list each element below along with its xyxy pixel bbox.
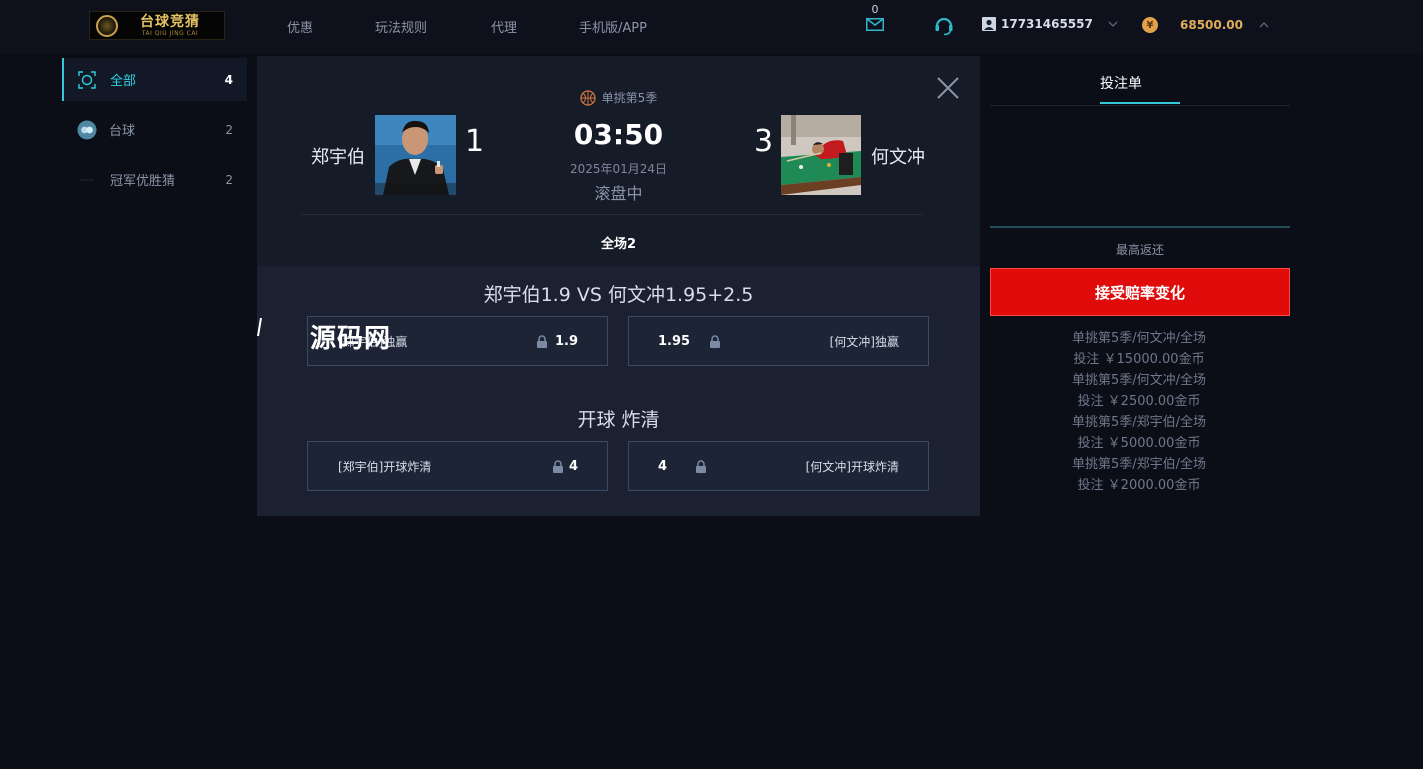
user-phone: 17731465557 [1001,17,1093,31]
bet-history-stake: 投注 ￥2500.00金币 [1077,394,1201,409]
sidebar-item-champion[interactable]: 冠军优胜猜 2 [62,158,247,201]
bet-history-list: 单挑第5季/何文冲/全场 投注 ￥15000.00金币 单挑第5季/何文冲/全场… [990,328,1288,496]
coin-icon: ¥ [1142,17,1158,33]
bet-option-home-break-clear[interactable]: [郑宇伯]开球炸清 4 [307,441,608,491]
sidebar-item-billiards[interactable]: 台球 2 [62,108,247,151]
basketball-icon [580,89,596,106]
bet-odd: 1.95 [658,333,691,349]
bet-option-label: [何文冲]开球炸清 [805,459,899,474]
away-score: 3 [754,124,774,159]
watermark: 源码网 [310,324,392,354]
bet-history-match: 单挑第5季/郑宇伯/全场 [1071,457,1207,472]
bet-history-match: 单挑第5季/何文冲/全场 [1071,373,1207,388]
mail-count-badge: 0 [871,3,879,16]
sidebar-item-count: 4 [224,72,233,87]
slip-divider-accent [990,226,1290,228]
site-logo[interactable]: 台球竞猜 TAI QIU JING CAI [89,11,225,40]
lock-icon [552,459,563,473]
all-icon [78,70,96,89]
sport-sidebar: 全部 4 台球 2 冠军优胜猜 2 [62,58,247,208]
balance-menu[interactable]: ¥ 68500.00 [1142,17,1269,33]
bet-history-match: 单挑第5季/何文冲/全场 [1071,331,1207,346]
bet-option-away-break-clear[interactable]: 4 [何文冲]开球炸清 [628,441,929,491]
nav-rules[interactable]: 玩法规则 [375,17,427,36]
chevron-down-icon [1108,21,1118,27]
away-player-photo [781,115,861,195]
match-header: 单挑第5季 郑宇伯 1 03:50 2025年01月24日 滚盘中 3 何文冲 … [257,56,980,266]
mail-button[interactable]: 0 [864,4,886,31]
bet-odd: 4 [568,458,578,474]
lock-icon [710,334,721,348]
user-menu[interactable]: 17731465557 [982,17,1118,31]
sidebar-item-label: 全部 [110,74,137,89]
sidebar-item-label: 台球 [109,124,136,139]
match-detail-modal: 单挑第5季 郑宇伯 1 03:50 2025年01月24日 滚盘中 3 何文冲 … [257,56,980,516]
accept-odds-change-button[interactable]: 接受赔率变化 [990,268,1290,316]
bet-history-match: 单挑第5季/郑宇伯/全场 [1071,415,1207,430]
balance-amount: 68500.00 [1180,18,1244,32]
nav-agent[interactable]: 代理 [491,17,517,36]
tab-active-indicator [1100,102,1180,104]
bet-option-away-win[interactable]: 1.95 [何文冲]独赢 [628,316,929,366]
bet-history-stake: 投注 ￥15000.00金币 [1073,352,1205,367]
lock-icon [536,334,547,348]
header-divider [301,214,923,215]
slip-divider [990,105,1290,106]
market-title-break-clear: 开球 炸清 [577,409,660,431]
bet-history-stake: 投注 ￥2000.00金币 [1077,478,1201,493]
mail-icon [866,18,884,31]
logo-title: 台球竞猜 [140,13,200,30]
billiards-icon [77,120,97,139]
logo-emblem-icon [96,15,118,37]
league-name: 单挑第5季 [601,91,658,105]
top-header: 台球竞猜 TAI QIU JING CAI 优惠 玩法规则 代理 手机版/APP… [0,0,1423,54]
period-tab[interactable]: 全场2 [257,233,980,252]
max-return-label: 最高返还 [1115,243,1164,257]
nav-mobile-app[interactable]: 手机版/APP [579,17,647,36]
chevron-up-icon [1259,22,1269,28]
trophy-icon [80,178,94,181]
bet-history-stake: 投注 ￥5000.00金币 [1077,436,1201,451]
league-row: 单挑第5季 [257,89,980,106]
bet-option-label: [何文冲]独赢 [829,334,899,349]
user-avatar-icon [982,17,996,31]
bet-odd: 1.9 [554,333,578,349]
tab-bet-slip[interactable]: 投注单 [1100,73,1142,93]
bet-odd: 4 [658,458,668,474]
nav-promotions[interactable]: 优惠 [287,17,313,36]
market-title-winner: 郑宇伯1.9 VS 何文冲1.95+2.5 [483,284,754,306]
bet-option-label: [郑宇伯]开球炸清 [338,459,432,474]
customer-service-icon[interactable] [933,14,955,36]
sidebar-item-count: 2 [225,172,233,187]
away-player-name: 何文冲 [871,147,925,168]
edge-mark-icon [257,318,262,336]
sidebar-item-label: 冠军优胜猜 [110,174,176,189]
sidebar-item-all[interactable]: 全部 4 [62,58,247,101]
sidebar-item-count: 2 [225,122,233,137]
match-status: 滚盘中 [594,184,643,203]
lock-icon [696,459,707,473]
logo-subtitle: TAI QIU JING CAI [141,29,199,37]
